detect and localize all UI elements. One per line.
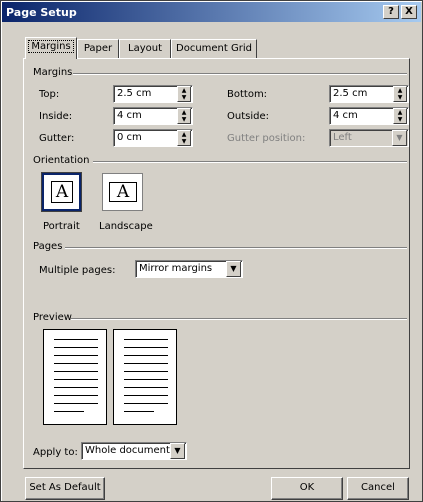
orientation-group-label: Orientation — [33, 155, 90, 166]
preview-left-page — [43, 329, 107, 425]
portrait-label: Portrait — [43, 221, 80, 232]
top-label: Top: — [39, 89, 60, 100]
landscape-label: Landscape — [99, 221, 153, 232]
gutter-label: Gutter: — [39, 133, 75, 144]
preview-group-label: Preview — [33, 312, 72, 323]
top-margin-spinner[interactable]: ▲ ▼ — [177, 86, 191, 102]
bottom-margin-spinner[interactable]: ▲ ▼ — [393, 86, 407, 102]
portrait-page-icon: A — [51, 181, 73, 203]
title-bar[interactable]: Page Setup ? X — [2, 2, 421, 22]
inside-label: Inside: — [39, 111, 73, 122]
dialog-title: Page Setup — [6, 5, 77, 19]
gutter-spinner[interactable]: ▲ ▼ — [177, 130, 191, 146]
tab-layout[interactable]: Layout — [119, 39, 171, 59]
close-button[interactable]: X — [401, 5, 417, 19]
help-button[interactable]: ? — [383, 5, 399, 19]
gutter-position-label: Gutter position: — [227, 133, 306, 144]
outside-margin-spinner[interactable]: ▲ ▼ — [393, 108, 407, 124]
inside-margin-spinner[interactable]: ▲ ▼ — [177, 108, 191, 124]
landscape-option[interactable]: A — [102, 173, 143, 211]
chevron-down-icon[interactable]: ▼ — [170, 443, 185, 459]
margins-group-label: Margins — [33, 67, 73, 78]
tab-margins[interactable]: Margins — [25, 37, 77, 59]
chevron-down-icon[interactable]: ▼ — [226, 261, 241, 277]
chevron-down-icon: ▼ — [392, 130, 407, 146]
tab-document-grid[interactable]: Document Grid — [171, 39, 257, 59]
outside-label: Outside: — [227, 111, 269, 122]
tab-margins-label: Margins — [28, 40, 74, 53]
landscape-page-icon: A — [109, 182, 137, 202]
pages-group-label: Pages — [33, 241, 63, 252]
bottom-label: Bottom: — [227, 89, 268, 100]
pages-divider — [65, 247, 407, 249]
portrait-option[interactable]: A — [42, 173, 81, 211]
orientation-divider — [93, 161, 407, 163]
apply-to-label: Apply to: — [33, 447, 78, 458]
margins-divider — [73, 73, 407, 75]
cancel-button[interactable]: Cancel — [347, 477, 409, 500]
multiple-pages-label: Multiple pages: — [39, 265, 116, 276]
page-setup-dialog: Page Setup ? X Margins Paper Layout Docu… — [0, 0, 423, 502]
tab-paper[interactable]: Paper — [77, 39, 119, 59]
ok-button[interactable]: OK — [271, 477, 343, 500]
set-as-default-button[interactable]: Set As Default — [25, 477, 105, 500]
preview-divider — [71, 318, 407, 320]
preview-right-page — [113, 329, 177, 425]
